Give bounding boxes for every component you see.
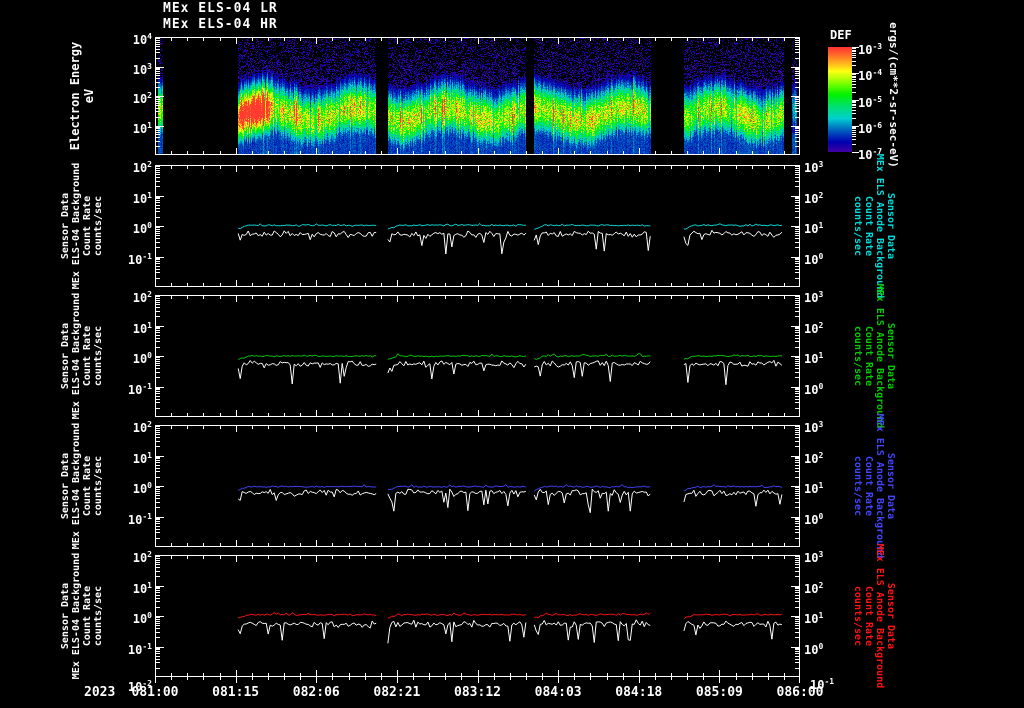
- colorbar-units-label: ergs/(cm**2-sr-sec-eV): [887, 22, 900, 168]
- spectrogram-y-tick-label: 104: [132, 32, 152, 47]
- panel-1-right-tick-label: 100: [804, 251, 824, 267]
- panel-2-right-tick-label: 101: [804, 351, 824, 366]
- colorbar-tick-label: 10-5: [858, 94, 883, 110]
- panel-4-right-tick-label: 100: [804, 641, 824, 657]
- panel-1-left-tick-label: 100: [132, 221, 152, 236]
- panel-1-left-tick-label: 101: [132, 190, 152, 206]
- colorbar-title: DEF: [830, 28, 852, 42]
- plot-title-lr: MEx ELS-04 LR: [163, 1, 278, 16]
- panel-4-left-tick-label: 100: [132, 611, 152, 626]
- time-tick-label: 084:18: [615, 685, 663, 700]
- panel-3-right-tick-label: 102: [804, 450, 824, 466]
- panel-2-right-axis-label: Sensor Data MEx ELS Anode Background Cou…: [852, 283, 896, 429]
- panel-4-left-tick-label: 101: [132, 580, 152, 596]
- panel-3-left-tick-label: 101: [132, 450, 152, 466]
- spectrogram-y-tick-label: 101: [132, 120, 152, 136]
- panel-3-right-tick-label: 103: [804, 420, 824, 435]
- colorbar-tick-label: 10-4: [858, 68, 883, 84]
- panel-2-left-tick-label: 100: [132, 351, 152, 366]
- spectrogram-y-tick-label: 103: [132, 61, 152, 77]
- panel-2-left-tick-label: 10-1: [127, 381, 152, 397]
- time-tick-label: 086:00: [776, 685, 824, 700]
- line-plot-canvas-2: [155, 295, 800, 417]
- panel-4-left-axis-label: Sensor Data MEx ELS-04 Background Count …: [60, 552, 104, 680]
- panel-4-right-axis-label: Sensor Data MEx ELS Anode Background Cou…: [852, 543, 896, 689]
- plot-title-hr: MEx ELS-04 HR: [163, 17, 278, 32]
- colorbar-tick-label: 10-3: [858, 42, 883, 57]
- line-plot-canvas-4: [155, 555, 800, 677]
- panel-1-left-tick-label: 10-1: [127, 251, 152, 267]
- panel-4-right-tick-label: 102: [804, 580, 824, 596]
- electron-energy-axis-label: Electron Energy eV: [68, 41, 96, 151]
- panel-1-right-tick-label: 101: [804, 221, 824, 236]
- line-plot-canvas-3: [155, 425, 800, 547]
- line-plot-canvas-1: [155, 165, 800, 287]
- panel-3-left-axis-label: Sensor Data MEx ELS-04 Background Count …: [60, 422, 104, 550]
- panel-3-right-tick-label: 100: [804, 511, 824, 527]
- panel-3-right-tick-label: 101: [804, 481, 824, 496]
- time-tick-label: 081:00: [131, 685, 179, 700]
- time-tick-label: 082:06: [292, 685, 340, 700]
- panel-1-right-axis-label: Sensor Data MEx ELS Anode Background Cou…: [852, 153, 896, 299]
- spectrogram-canvas: [155, 37, 800, 155]
- panel-2-right-tick-label: 100: [804, 381, 824, 397]
- panel-2-right-tick-label: 103: [804, 290, 824, 305]
- time-tick-label: 085:09: [695, 685, 743, 700]
- panel-3-left-tick-label: 102: [132, 420, 152, 435]
- panel-1-right-tick-label: 103: [804, 160, 824, 175]
- time-tick-label: 082:21: [373, 685, 421, 700]
- panel-4-right-tick-label: 103: [804, 550, 824, 565]
- time-tick-label: 083:12: [454, 685, 501, 700]
- panel-2-left-tick-label: 101: [132, 320, 152, 336]
- colorbar-tick-label: 10-6: [858, 120, 883, 136]
- panel-1-left-axis-label: Sensor Data MEx ELS-04 Background Count …: [60, 162, 104, 290]
- panel-3-left-tick-label: 100: [132, 481, 152, 496]
- panel-4-left-tick-label: 102: [132, 550, 152, 565]
- panel-2-left-axis-label: Sensor Data MEx ELS-04 Background Count …: [60, 292, 104, 420]
- plot-screen: MEx ELS-04 LR MEx ELS-04 HR DEF ergs/(cm…: [0, 0, 1024, 708]
- panel-3-right-axis-label: Sensor Data MEx ELS Anode Background Cou…: [852, 413, 896, 559]
- panel-2-left-tick-label: 102: [132, 290, 152, 305]
- panel-3-left-tick-label: 10-1: [127, 511, 152, 527]
- time-tick-label: 081:15: [212, 685, 260, 700]
- spectrogram-y-tick-label: 102: [132, 91, 152, 106]
- panel-1-left-tick-label: 102: [132, 160, 152, 175]
- panel-2-right-tick-label: 102: [804, 320, 824, 336]
- panel-1-right-tick-label: 102: [804, 190, 824, 206]
- panel-4-right-tick-label: 101: [804, 611, 824, 626]
- panel-4-left-tick-label: 10-1: [127, 641, 152, 657]
- time-tick-label: 084:03: [534, 685, 582, 700]
